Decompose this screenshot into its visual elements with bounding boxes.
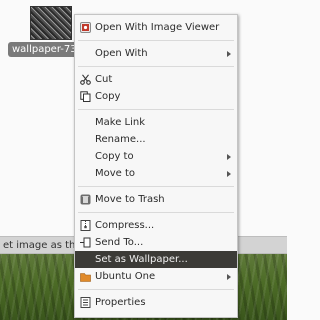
menu-item-properties[interactable]: Properties xyxy=(75,294,237,311)
menu-item-label: Properties xyxy=(95,297,146,308)
file-name-label[interactable]: wallpaper-730 xyxy=(8,42,78,57)
menu-item-label: Send To... xyxy=(95,237,144,248)
menu-separator xyxy=(78,212,234,213)
menu-item-send-to[interactable]: Send To... xyxy=(75,234,237,251)
menu-item-copy-to[interactable]: Copy to xyxy=(75,148,237,165)
menu-item-move-to[interactable]: Move to xyxy=(75,165,237,182)
menu-separator xyxy=(78,289,234,290)
image-file-thumbnail[interactable] xyxy=(30,6,72,40)
menu-item-label: Compress... xyxy=(95,220,155,231)
send-icon xyxy=(80,237,91,248)
menu-separator xyxy=(78,186,234,187)
menu-item-open-with-image-viewer[interactable]: Open With Image Viewer xyxy=(75,19,237,36)
submenu-arrow-icon xyxy=(227,154,231,160)
submenu-arrow-icon xyxy=(227,274,231,280)
archive-icon xyxy=(80,220,91,231)
menu-item-cut[interactable]: Cut xyxy=(75,71,237,88)
menu-item-rename[interactable]: Rename... xyxy=(75,131,237,148)
submenu-arrow-icon xyxy=(227,171,231,177)
menu-item-label: Ubuntu One xyxy=(95,271,156,282)
submenu-arrow-icon xyxy=(227,51,231,57)
menu-item-ubuntu-one[interactable]: Ubuntu One xyxy=(75,268,237,285)
menu-item-label: Move to xyxy=(95,168,136,179)
menu-item-set-as-wallpaper[interactable]: Set as Wallpaper... xyxy=(75,251,237,268)
properties-icon xyxy=(80,297,91,308)
context-menu: Open With Image Viewer Open With Cut Cop… xyxy=(74,14,238,318)
menu-item-compress[interactable]: Compress... xyxy=(75,217,237,234)
menu-item-label: Move to Trash xyxy=(95,194,165,205)
menu-item-label: Open With Image Viewer xyxy=(95,22,220,33)
menu-item-open-with[interactable]: Open With xyxy=(75,45,237,62)
menu-item-copy[interactable]: Copy xyxy=(75,88,237,105)
ubuntu-one-icon xyxy=(80,271,91,282)
menu-item-label: Copy to xyxy=(95,151,134,162)
menu-separator xyxy=(78,66,234,67)
menu-item-move-to-trash[interactable]: Move to Trash xyxy=(75,191,237,208)
scissors-icon xyxy=(80,74,91,85)
menu-item-make-link[interactable]: Make Link xyxy=(75,114,237,131)
menu-separator xyxy=(78,109,234,110)
copy-icon xyxy=(80,91,91,102)
menu-item-label: Set as Wallpaper... xyxy=(95,254,188,265)
trash-icon xyxy=(80,194,91,205)
menu-item-label: Rename... xyxy=(95,134,146,145)
menu-item-label: Copy xyxy=(95,91,121,102)
menu-separator xyxy=(78,40,234,41)
menu-item-label: Make Link xyxy=(95,117,145,128)
menu-item-label: Cut xyxy=(95,74,113,85)
menu-item-label: Open With xyxy=(95,48,148,59)
image-viewer-icon xyxy=(80,22,91,33)
